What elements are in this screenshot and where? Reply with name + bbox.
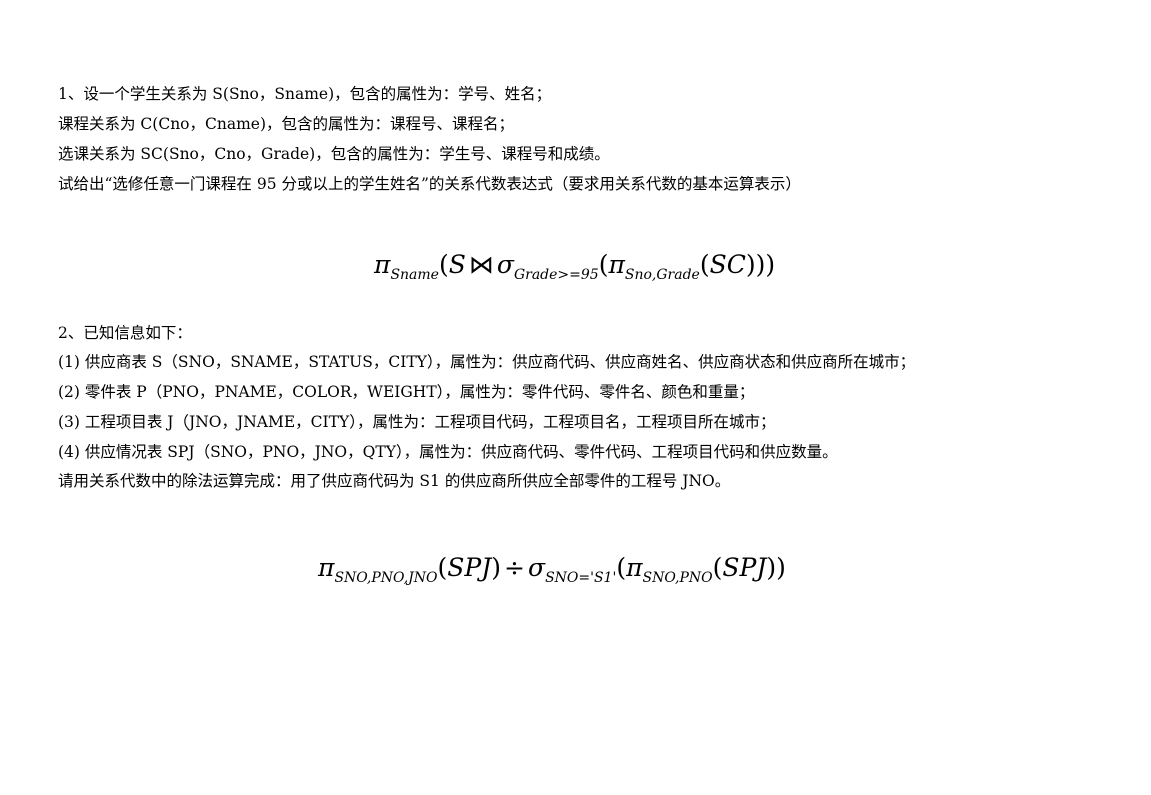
relation-spj: SPJ (447, 553, 492, 582)
projection-subscript: SNO,PNO,JNO (334, 570, 438, 586)
close-parens: )) (766, 553, 786, 582)
q1-line-3: 选课关系为 SC(Sno，Cno，Grade)，包含的属性为：学生号、课程号和成… (58, 145, 610, 163)
open-paren: ( (712, 553, 723, 582)
selection-symbol: σ (496, 250, 514, 279)
open-paren: ( (598, 250, 609, 279)
close-parens: ))) (745, 250, 776, 279)
open-paren: ( (438, 250, 449, 279)
q2-line-6: 请用关系代数中的除法运算完成：用了供应商代码为 S1 的供应商所供应全部零件的工… (58, 472, 731, 490)
projection-symbol: π (318, 553, 335, 582)
q1-line-4: 试给出“选修任意一门课程在 95 分或以上的学生姓名”的关系代数表达式（要求用关… (58, 175, 801, 193)
open-paren: ( (616, 553, 627, 582)
relation-spj: SPJ (722, 553, 767, 582)
join-symbol: ⋈ (468, 250, 494, 279)
selection-symbol: σ (527, 553, 546, 582)
projection-symbol: π (608, 250, 625, 279)
projection-subscript: Sno,Grade (624, 267, 700, 283)
projection-symbol: π (374, 250, 391, 279)
relation-sc: SC (709, 250, 746, 279)
selection-subscript: Grade>=95 (513, 267, 599, 283)
projection-symbol: π (626, 553, 643, 582)
open-paren: ( (437, 553, 448, 582)
open-paren: ( (699, 250, 710, 279)
q2-line-2: (1) 供应商表 S（SNO，SNAME，STATUS，CITY），属性为：供应… (58, 353, 916, 371)
division-symbol: ÷ (504, 553, 525, 582)
projection-subscript: SNO,PNO (642, 570, 713, 586)
q2-formula: πSNO,PNO,JNO(SPJ) ÷ σSNO='S1'(πSNO,PNO(SPJ… (318, 553, 786, 586)
q1-line-2: 课程关系为 C(Cno，Cname)，包含的属性为：课程号、课程名； (58, 115, 515, 133)
selection-subscript: SNO='S1' (545, 570, 617, 586)
q1-line-1: 1、设一个学生关系为 S(Sno，Sname)，包含的属性为：学号、姓名； (58, 85, 552, 103)
close-paren: ) (491, 553, 502, 582)
q2-line-3: (2) 零件表 P（PNO，PNAME，COLOR，WEIGHT），属性为：零件… (58, 383, 755, 401)
relation-s: S (448, 250, 466, 279)
q1-formula: πSname(S ⋈ σGrade>=95(πSno,Grade(SC))) (374, 250, 776, 283)
projection-subscript: Sname (390, 267, 439, 283)
q2-line-5: (4) 供应情况表 SPJ（SNO，PNO，JNO，QTY），属性为：供应商代码… (58, 443, 838, 461)
q2-line-4: (3) 工程项目表 J（JNO，JNAME，CITY），属性为：工程项目代码，工… (58, 413, 776, 431)
q2-line-1: 2、已知信息如下： (58, 324, 192, 342)
